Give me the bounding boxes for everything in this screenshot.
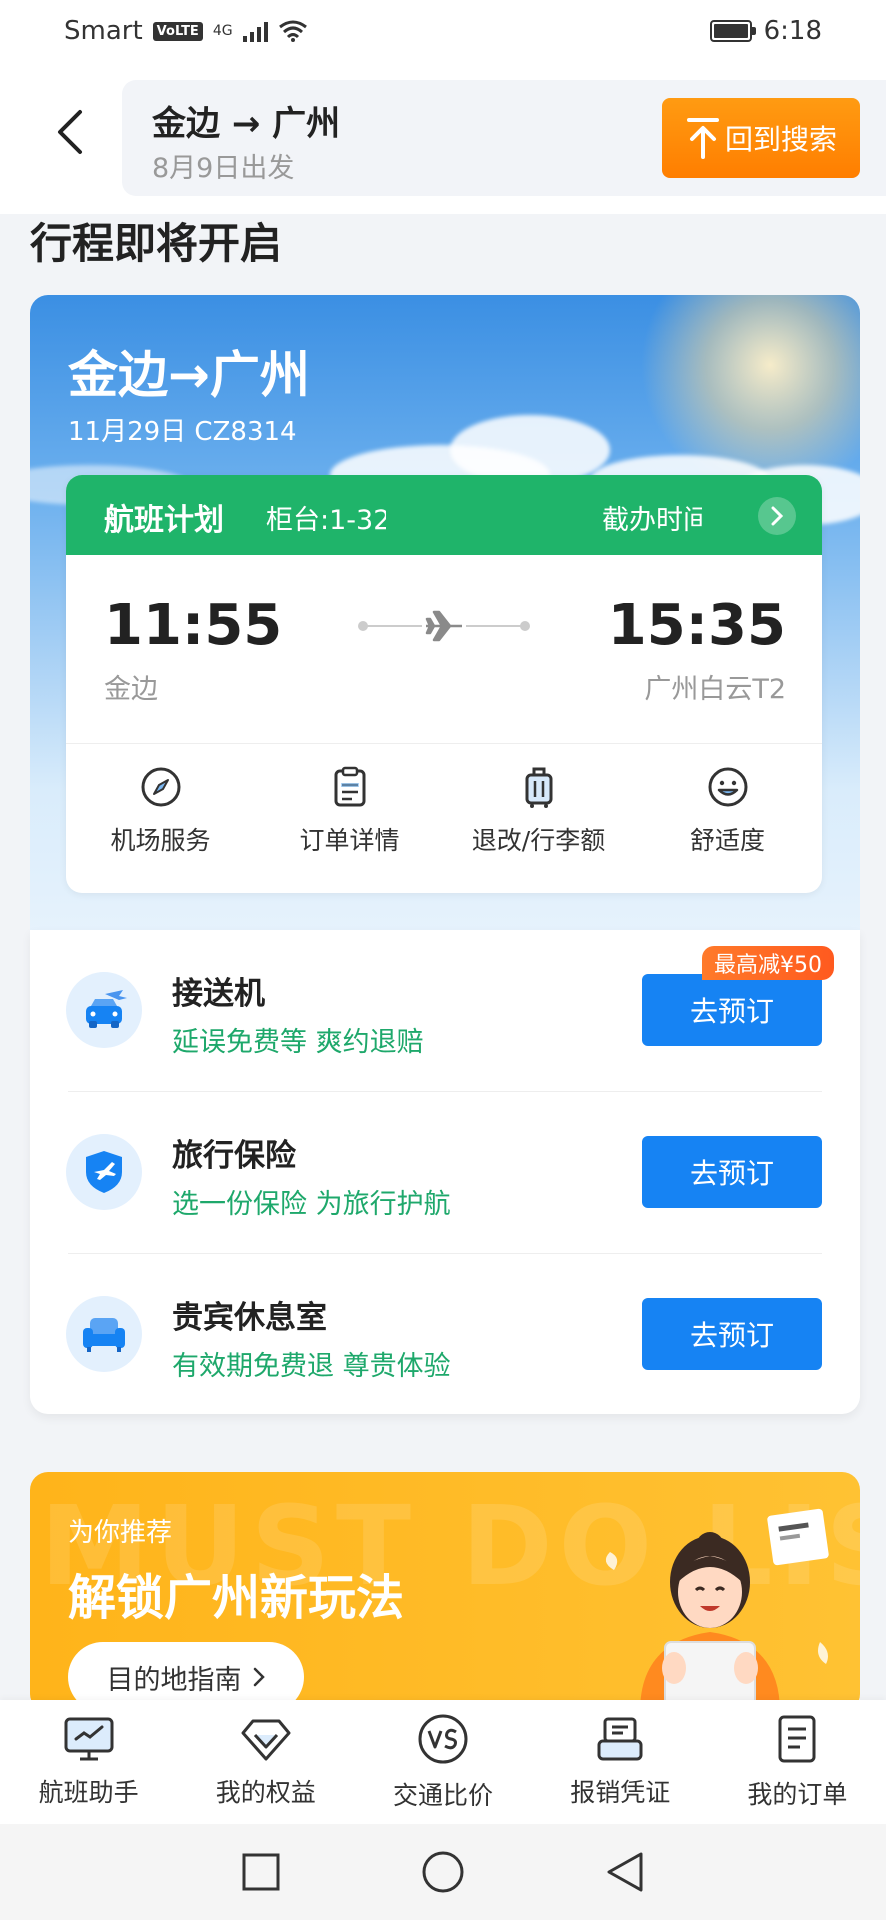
sofa-icon [66, 1296, 142, 1372]
trip-date-flight: 11月29日 CZ8314 [68, 417, 297, 447]
checkin-deadline: 截办时间 [602, 505, 702, 536]
service-comfort[interactable]: 舒适度 [633, 765, 822, 875]
signal-icon [242, 20, 268, 42]
service-label: 舒适度 [689, 826, 765, 855]
departure-city: 金边 [104, 674, 158, 705]
service-row: 机场服务 订单详情 退改/行李额 舒适度 [66, 765, 822, 875]
book-transfer-button[interactable]: 去预订 [642, 974, 822, 1046]
booking-list: 接送机 延误免费等 爽约退赔 去预订 最高减¥50 旅行保险 选一份保险 为旅行… [30, 930, 860, 1414]
nav-flight-assistant[interactable]: 航班助手 [0, 1700, 177, 1824]
bottom-nav: 航班助手 我的权益 交通比价 报销凭证 我的订单 [0, 1700, 886, 1824]
nav-my-benefits[interactable]: 我的权益 [177, 1700, 354, 1824]
trip-route: 金边→广州 [68, 346, 310, 404]
flight-plan-card[interactable]: 航班计划 柜台:1-32 截办时间 11:55 金边 15:35 广州白云T2 [66, 475, 822, 893]
status-left: Smart VoLTE 4G [64, 16, 308, 46]
arrival-city: 广州白云T2 [644, 674, 786, 705]
booking-subtitle: 延误免费等 爽约退赔 [172, 1027, 424, 1058]
clock: 6:18 [763, 16, 822, 46]
diamond-icon [241, 1719, 291, 1761]
booking-item-insurance[interactable]: 旅行保险 选一份保险 为旅行护航 去预订 [30, 1092, 860, 1254]
volte-badge: VoLTE [152, 21, 203, 41]
back-to-search-button[interactable]: 回到搜索 [662, 98, 860, 178]
service-label: 订单详情 [299, 826, 400, 855]
recommend-title: 解锁广州新玩法 [68, 1570, 405, 1626]
recommend-label: 为你推荐 [68, 1518, 173, 1548]
order-icon [778, 1715, 816, 1763]
status-right: 6:18 [709, 16, 822, 46]
nav-reimbursement[interactable]: 报销凭证 [532, 1700, 709, 1824]
booking-title: 接送机 [172, 976, 265, 1012]
book-lounge-button[interactable]: 去预订 [642, 1298, 822, 1370]
departure-time: 11:55 [104, 593, 283, 658]
system-nav-bar [0, 1824, 886, 1920]
book-insurance-button[interactable]: 去预订 [642, 1136, 822, 1208]
booking-subtitle: 选一份保险 为旅行护航 [172, 1189, 451, 1220]
recent-apps-icon[interactable] [241, 1852, 281, 1892]
status-bar: Smart VoLTE 4G 6:18 [0, 0, 886, 62]
destination-guide-label: 目的地指南 [106, 1664, 242, 1696]
luggage-icon [525, 767, 552, 808]
nav-label: 航班助手 [38, 1778, 139, 1807]
booking-title: 旅行保险 [172, 1138, 296, 1174]
shield-icon [66, 1134, 142, 1210]
nav-transport-compare[interactable]: 交通比价 [354, 1700, 531, 1824]
service-airport[interactable]: 机场服务 [66, 765, 255, 875]
service-label: 退改/行李额 [471, 826, 606, 855]
discount-badge: 最高减¥50 [702, 946, 834, 980]
back-arrow-icon [58, 110, 82, 154]
back-to-search-label: 回到搜索 [724, 123, 837, 156]
network-type: 4G [212, 23, 233, 39]
airplane-icon [422, 607, 466, 645]
flight-plan-bar[interactable]: 航班计划 柜台:1-32 截办时间 [66, 475, 822, 555]
receipt-icon [597, 1717, 643, 1761]
smiley-icon [708, 767, 747, 807]
back-triangle-icon[interactable] [605, 1850, 645, 1894]
booking-subtitle: 有效期免费退 尊贵体验 [172, 1351, 451, 1382]
service-order-detail[interactable]: 订单详情 [255, 765, 444, 875]
service-refund-baggage[interactable]: 退改/行李额 [444, 765, 633, 875]
nav-my-orders[interactable]: 我的订单 [709, 1700, 886, 1824]
search-route: 金边 → 广州 [152, 104, 341, 144]
home-icon[interactable] [421, 1850, 465, 1894]
nav-label: 我的权益 [215, 1778, 316, 1807]
section-title: 行程即将开启 [30, 219, 283, 268]
compass-icon [141, 767, 180, 807]
booking-title: 贵宾休息室 [172, 1300, 327, 1336]
arrow-up-icon [686, 118, 719, 159]
booking-item-transfer[interactable]: 接送机 延误免费等 爽约退赔 去预订 最高减¥50 [30, 930, 860, 1092]
vs-icon [418, 1714, 468, 1764]
carrier-name: Smart [64, 16, 143, 46]
nav-label: 我的订单 [747, 1780, 848, 1809]
monitor-icon [64, 1717, 114, 1761]
wifi-icon [278, 20, 307, 42]
nav-label: 交通比价 [393, 1781, 494, 1810]
search-date: 8月9日出发 [152, 153, 295, 184]
trip-card: 金边→广州 11月29日 CZ8314 航班计划 柜台:1-32 截办时间 11… [30, 295, 860, 955]
nav-label: 报销凭证 [570, 1778, 671, 1807]
traveler-illustration [605, 1508, 829, 1712]
recommend-banner[interactable]: MUST DO LIST 为你推荐 解锁广州新玩法 目的地指南 [30, 1472, 860, 1712]
divider [66, 743, 822, 744]
chevron-right-icon [253, 1667, 265, 1687]
header: 金边 → 广州 8月9日出发 回到搜索 [0, 62, 886, 214]
car-icon [66, 972, 142, 1048]
chevron-right-icon[interactable] [758, 497, 796, 535]
service-label: 机场服务 [110, 826, 211, 855]
back-button[interactable] [40, 102, 100, 162]
booking-item-lounge[interactable]: 贵宾休息室 有效期免费退 尊贵体验 去预订 [30, 1254, 860, 1416]
search-summary[interactable]: 金边 → 广州 8月9日出发 回到搜索 [122, 80, 886, 196]
arrival-time: 15:35 [607, 593, 786, 658]
flight-plan-title: 航班计划 [104, 503, 224, 538]
checkin-counter: 柜台:1-32 [266, 505, 386, 536]
battery-icon [709, 20, 756, 42]
clipboard-icon [334, 766, 365, 807]
